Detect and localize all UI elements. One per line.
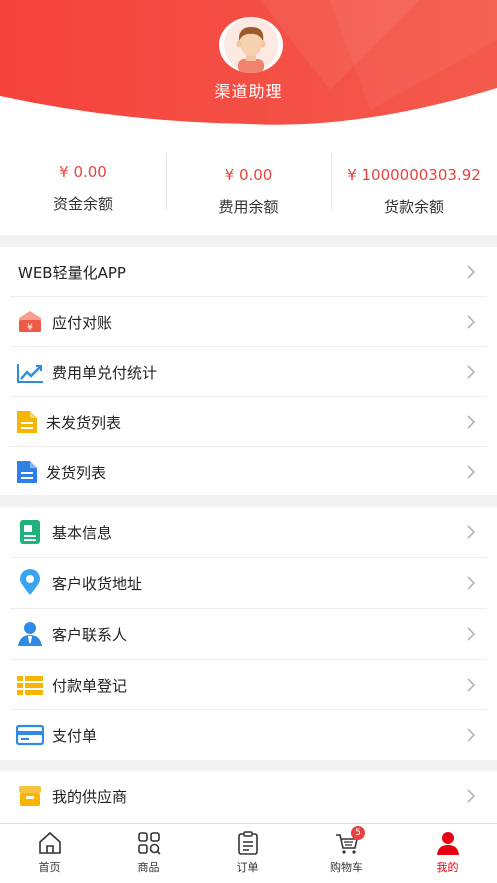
tab-label: 订单 [236,861,259,874]
menu-item-label: 基本信息 [52,524,113,542]
menu-section-orders: WEB轻量化APP ¥ 应付对账 费用单兑付统计 未发货列表 发货列表 [0,247,497,495]
username: 渠道助理 [214,82,283,101]
menu-item-label: WEB轻量化APP [18,264,126,282]
user-icon [437,832,459,855]
blue-document-icon [14,458,42,486]
location-pin-icon [16,569,44,597]
tab-mine[interactable]: 我的 [398,824,497,883]
clipboard-icon [238,831,258,855]
tab-label: 我的 [436,861,459,874]
supplier-box-icon [16,782,44,810]
tab-label: 首页 [38,861,61,874]
menu-item-label: 支付单 [52,727,98,745]
chevron-right-icon [467,365,476,379]
menu-item-label: 客户联系人 [52,626,128,644]
menu-item-label: 费用单兑付统计 [52,364,158,382]
payment-balance[interactable]: ¥ 1000000303.92 货款余额 [331,130,497,235]
yen-envelope-icon: ¥ [16,308,44,336]
chevron-right-icon [467,525,476,539]
menu-item-shipping-address[interactable]: 客户收货地址 [10,558,487,609]
fund-balance-label: 资金余额 [52,195,113,213]
chevron-right-icon [467,315,476,329]
chevron-right-icon [467,576,476,590]
tab-cart[interactable]: 5 购物车 [297,824,396,883]
chevron-right-icon [467,789,476,803]
menu-item-label: 发货列表 [46,464,107,482]
tab-home[interactable]: 首页 [0,824,99,883]
menu-section-customer: 基本信息 客户收货地址 客户联系人 付款单登记 支付单 [0,507,497,760]
bottom-tab-bar: 首页 商品 订单 5 购物车 我的 [0,823,497,883]
menu-item-basic-info[interactable]: 基本信息 [10,507,487,558]
grid-search-icon [138,832,161,855]
list-icon [16,671,44,699]
menu-item-payment-register[interactable]: 付款单登记 [10,660,487,710]
balance-summary: ¥ 0.00 资金余额 ¥ 0.00 费用余额 ¥ 1000000303.92 … [0,130,497,235]
menu-item-payables[interactable]: ¥ 应付对账 [10,297,487,347]
credit-card-icon [16,721,44,749]
menu-section-supplier: 我的供应商 [0,771,497,823]
menu-item-label: 未发货列表 [46,414,122,432]
menu-item-shipped-list[interactable]: 发货列表 [10,447,487,497]
menu-item-label: 付款单登记 [52,677,128,695]
avatar[interactable] [219,17,283,73]
chevron-right-icon [467,728,476,742]
chevron-right-icon [467,678,476,692]
menu-item-my-suppliers[interactable]: 我的供应商 [10,771,487,821]
profile-header: 渠道助理 [0,0,497,130]
payment-balance-amount: ¥ 1000000303.92 [347,166,481,184]
menu-item-unshipped-list[interactable]: 未发货列表 [10,397,487,447]
menu-item-label: 应付对账 [52,314,113,332]
menu-item-label: 我的供应商 [52,788,128,806]
cart-count-badge: 5 [351,826,365,840]
fund-balance-amount: ¥ 0.00 [59,163,107,181]
menu-item-label: 客户收货地址 [52,575,143,593]
chevron-right-icon [467,627,476,641]
expense-balance-label: 费用余额 [218,198,279,216]
menu-item-contacts[interactable]: 客户联系人 [10,609,487,660]
tab-label: 商品 [137,861,160,874]
fund-balance[interactable]: ¥ 0.00 资金余额 [0,130,166,235]
chevron-right-icon [467,415,476,429]
tab-label: 购物车 [330,861,363,874]
chevron-right-icon [467,265,476,279]
payment-balance-label: 货款余额 [383,198,444,216]
menu-item-payment-order[interactable]: 支付单 [10,710,487,760]
expense-balance-amount: ¥ 0.00 [224,166,273,184]
home-icon [39,831,61,854]
avatar-image [224,18,278,73]
expense-balance[interactable]: ¥ 0.00 费用余额 [166,130,331,235]
chevron-right-icon [467,465,476,479]
tab-products[interactable]: 商品 [99,824,198,883]
trend-chart-icon [16,358,44,386]
contact-person-icon [16,620,44,648]
tab-orders[interactable]: 订单 [198,824,297,883]
menu-item-expense-stats[interactable]: 费用单兑付统计 [10,347,487,397]
yellow-document-icon [14,408,42,436]
info-card-icon [16,518,44,546]
menu-item-web-app[interactable]: WEB轻量化APP [10,247,487,297]
svg-text:¥: ¥ [27,323,33,333]
